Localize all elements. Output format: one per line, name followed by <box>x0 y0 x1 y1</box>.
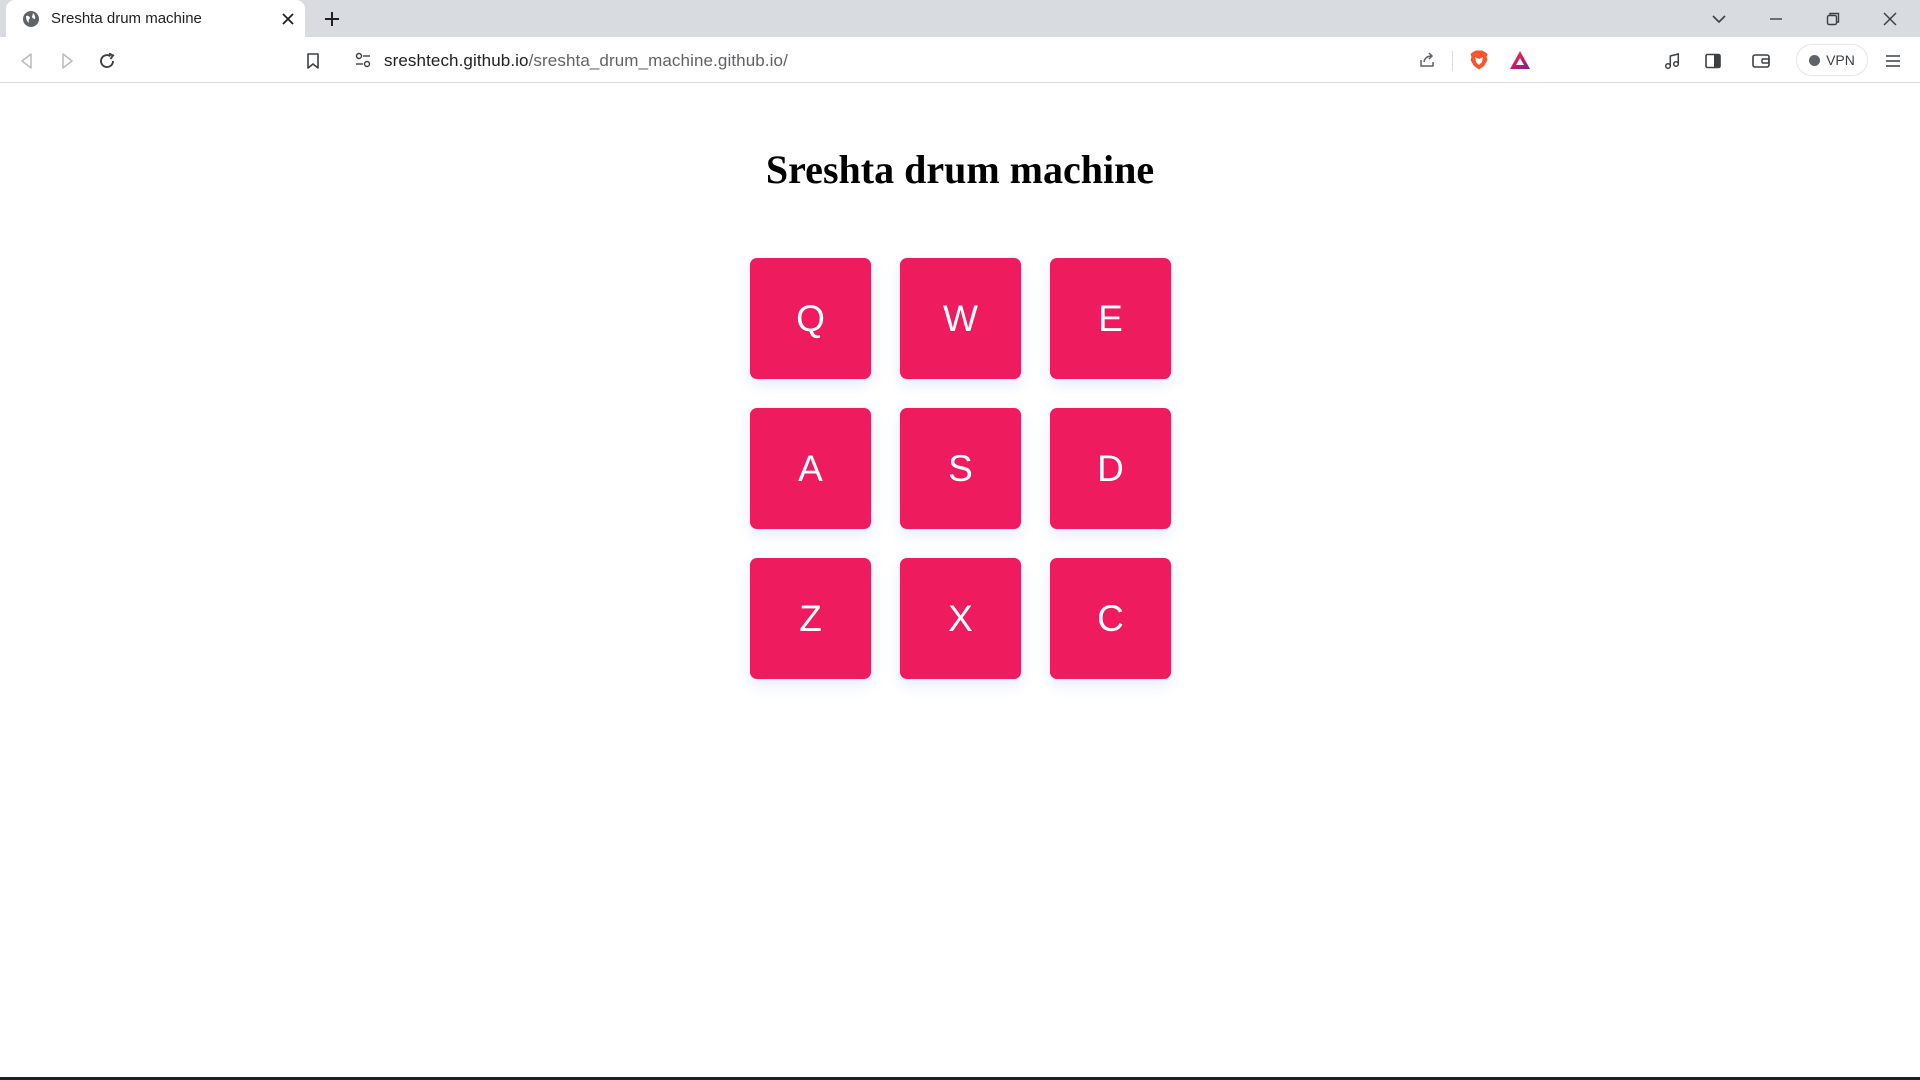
tab-title: Sreshta drum machine <box>51 10 202 27</box>
share-icon[interactable] <box>1418 51 1436 69</box>
browser-toolbar: sreshtech.github.io/sreshta_drum_machine… <box>0 37 1920 83</box>
url-host: sreshtech.github.io <box>384 51 529 70</box>
close-icon[interactable] <box>279 10 296 27</box>
drum-pad-e[interactable]: E <box>1050 258 1171 379</box>
drum-pad-q[interactable]: Q <box>750 258 871 379</box>
brave-rewards-icon[interactable] <box>1509 50 1531 70</box>
back-icon[interactable] <box>14 48 40 74</box>
media-icon[interactable] <box>1659 48 1685 74</box>
site-settings-icon[interactable] <box>354 51 372 69</box>
page-content: Sreshta drum machine Q W E A S D Z X C <box>0 84 1920 1078</box>
drum-pad-s[interactable]: S <box>900 408 1021 529</box>
sidebar-icon[interactable] <box>1700 48 1726 74</box>
browser-tab[interactable]: Sreshta drum machine <box>6 0 305 37</box>
url-path: /sreshta_drum_machine.github.io/ <box>528 51 788 70</box>
forward-icon[interactable] <box>54 48 80 74</box>
drum-pad-x[interactable]: X <box>900 558 1021 679</box>
divider <box>1452 51 1453 71</box>
url-text[interactable]: sreshtech.github.io/sreshta_drum_machine… <box>384 51 788 71</box>
restore-icon[interactable] <box>1820 6 1846 32</box>
brave-shield-icon[interactable] <box>1468 49 1490 71</box>
menu-icon[interactable] <box>1880 48 1906 74</box>
plus-icon[interactable] <box>321 8 343 30</box>
drum-pad-w[interactable]: W <box>900 258 1021 379</box>
wallet-icon[interactable] <box>1748 48 1774 74</box>
bookmark-icon[interactable] <box>300 48 326 74</box>
close-icon[interactable] <box>1877 6 1903 32</box>
drum-pad-a[interactable]: A <box>750 408 871 529</box>
drum-pad-d[interactable]: D <box>1050 408 1171 529</box>
address-bar[interactable]: sreshtech.github.io/sreshta_drum_machine… <box>342 43 1542 77</box>
chevron-down-icon[interactable] <box>1706 6 1732 32</box>
vpn-button[interactable]: VPN <box>1796 44 1868 76</box>
vpn-status-icon <box>1809 54 1821 66</box>
drum-pad-c[interactable]: C <box>1050 558 1171 679</box>
reload-icon[interactable] <box>94 48 120 74</box>
page-title: Sreshta drum machine <box>765 147 1155 192</box>
vpn-label: VPN <box>1826 52 1855 68</box>
tab-strip: Sreshta drum machine <box>0 0 1920 37</box>
globe-icon <box>22 10 40 28</box>
minimize-icon[interactable] <box>1763 6 1789 32</box>
drum-pad-z[interactable]: Z <box>750 558 871 679</box>
